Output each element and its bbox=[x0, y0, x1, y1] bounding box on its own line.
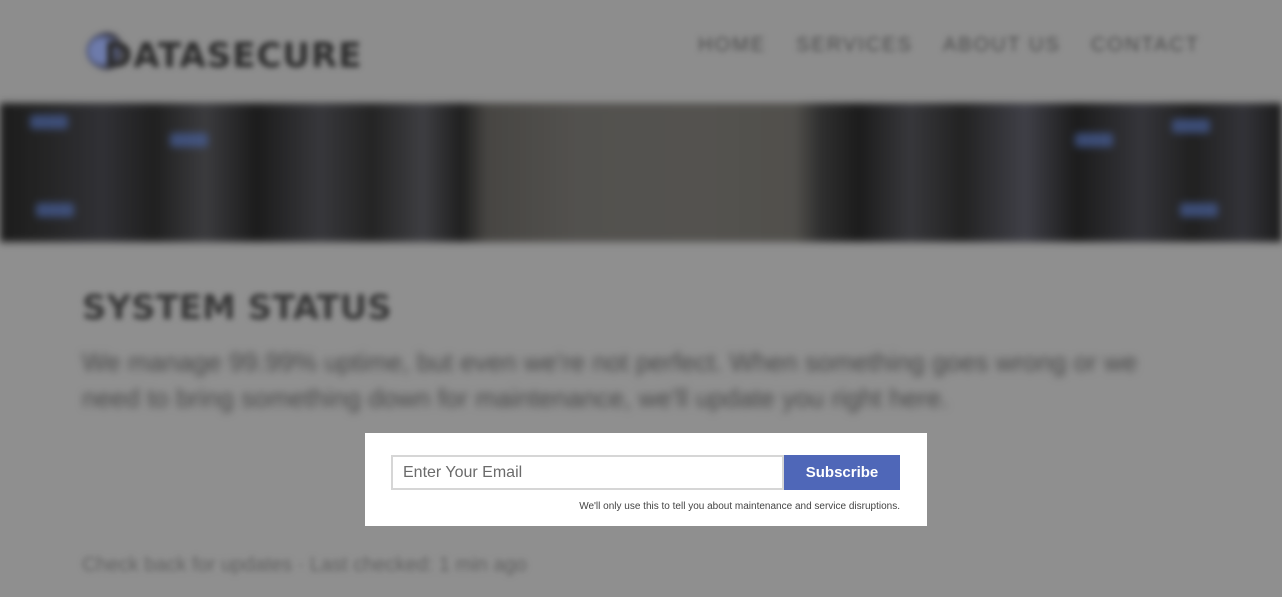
subscribe-button[interactable]: Subscribe bbox=[784, 455, 900, 490]
disclaimer-text: We'll only use this to tell you about ma… bbox=[579, 501, 900, 512]
email-input[interactable] bbox=[391, 455, 784, 490]
subscribe-modal: Subscribe We'll only use this to tell yo… bbox=[365, 433, 927, 526]
